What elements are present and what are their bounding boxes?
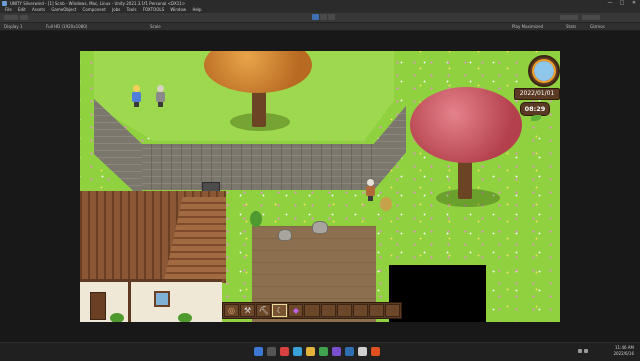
hotbar-slot[interactable] [368,304,384,317]
play-button[interactable] [312,14,319,20]
system-clock[interactable]: 11:46 AM 2022/6/16 [613,345,634,357]
editor-toolbar [0,13,640,23]
wheat-bush[interactable] [380,197,392,211]
hotbar-slot-selected[interactable]: ☾ [272,304,288,317]
app-icon[interactable] [371,347,380,356]
close-button[interactable]: ✕ [628,0,640,7]
hotbar-slot[interactable]: ⚒ [240,304,256,317]
hotbar-slot[interactable] [336,304,352,317]
pause-button[interactable] [320,14,327,20]
layout-dropdown[interactable] [582,15,600,20]
browser-icon[interactable] [293,347,302,356]
gizmos-dropdown[interactable]: Gizmos [590,23,605,30]
shovel-icon: ⚒ [244,305,252,315]
house-beam [128,279,131,322]
game-scene[interactable]: 2022/01/01 08:29 ◎ ⚒ ⛏ ☾ ◆ [80,51,560,322]
hotbar-slot[interactable]: ⛏ [256,304,272,317]
maximize-button[interactable]: □ [616,0,628,7]
pickaxe-icon: ⛏ [258,305,269,315]
fern-plant [250,211,262,227]
unloaded-area [389,265,486,322]
account-button[interactable] [4,15,18,20]
clock-date: 2022/6/16 [613,351,634,356]
sun-ring-icon [532,59,556,83]
layers-dropdown[interactable] [560,15,578,20]
unity-app-icon [2,1,7,6]
time-display: 08:29 [520,102,550,116]
hotbar-slot[interactable] [384,304,401,317]
flower-bush [178,313,192,322]
app-icon[interactable] [332,347,341,356]
app-icon[interactable] [345,347,354,356]
flower-bush [110,313,124,322]
potion-icon: ◆ [292,305,299,315]
npc-blonde-villager[interactable] [132,85,141,107]
house-door[interactable] [90,292,106,320]
hotbar-slot[interactable]: ◆ [288,304,304,317]
hotbar-slot[interactable] [304,304,320,317]
game-viewport: 2022/01/01 08:29 ◎ ⚒ ⛏ ☾ ◆ [0,31,640,342]
window-title: UNITY Silverwind - [1] Scnb - Windows, M… [10,1,186,6]
rock[interactable] [278,229,292,241]
start-icon[interactable] [254,347,263,356]
file-explorer-icon[interactable] [306,347,315,356]
hotbar-slot[interactable] [352,304,368,317]
sickle-icon: ☾ [276,305,284,315]
aspect-dropdown[interactable]: Full HD (1920x1080) [46,23,87,30]
rock[interactable] [312,221,328,234]
pink-tree-canopy [410,87,522,163]
step-button[interactable] [328,14,335,20]
player-character[interactable] [366,179,375,201]
seed-bag-icon: ◎ [228,305,236,315]
house-beam [80,279,222,282]
network-icon[interactable] [578,349,582,353]
game-view-toolbar: Display 1 Full HD (1920x1080) Scale Play… [0,23,640,30]
search-icon[interactable] [267,347,276,356]
house-window [154,291,170,307]
inventory-hotbar: ◎ ⚒ ⛏ ☾ ◆ [222,302,402,319]
stats-toggle[interactable]: Stats [566,23,576,30]
clock-dial [528,55,560,87]
app-icon[interactable] [280,347,289,356]
volume-icon[interactable] [584,349,588,353]
xbox-icon[interactable] [319,347,328,356]
os-taskbar: 11:46 AM 2022/6/16 [0,342,640,361]
minimize-button[interactable]: — [604,0,616,7]
hotbar-slot[interactable] [320,304,336,317]
date-display: 2022/01/01 [514,88,560,100]
scale-slider-label[interactable]: Scale [150,23,161,30]
play-maximized-toggle[interactable]: Play Maximized [512,23,543,30]
display-dropdown[interactable]: Display 1 [4,23,23,30]
unity-icon[interactable] [358,347,367,356]
npc-elder-villager[interactable] [156,85,165,107]
cloud-icon[interactable] [20,15,28,20]
leaf-icon [531,115,541,121]
hotbar-slot[interactable]: ◎ [224,304,240,317]
window-titlebar: UNITY Silverwind - [1] Scnb - Windows, M… [0,0,640,7]
cliff-wall-front [142,144,374,190]
